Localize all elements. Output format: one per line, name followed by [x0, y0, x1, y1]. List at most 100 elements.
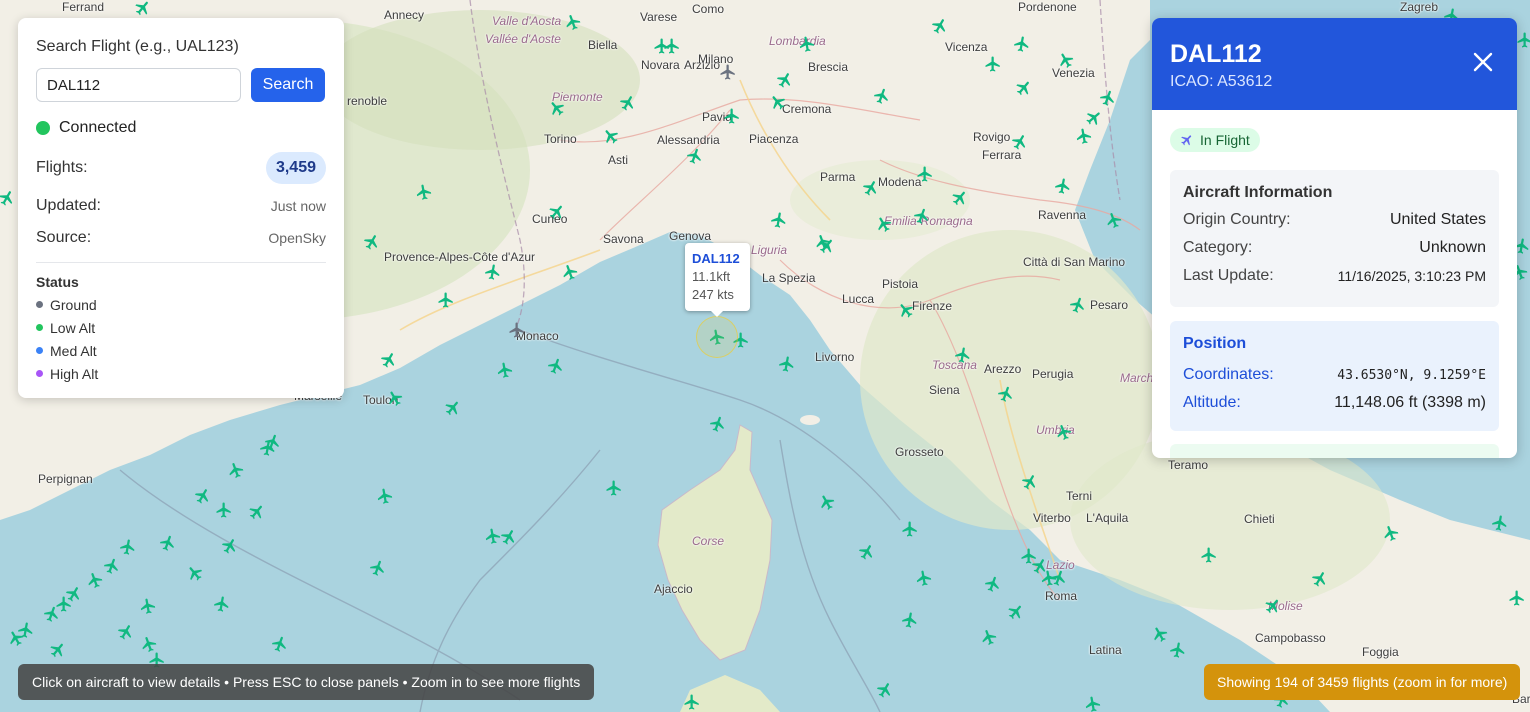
aircraft-icon[interactable]	[215, 501, 233, 519]
search-button[interactable]: Search	[251, 68, 325, 102]
position-card: Position Coordinates: 43.6530°N, 9.1259°…	[1170, 321, 1499, 431]
category-row: Category: Unknown	[1183, 234, 1486, 262]
aircraft-icon[interactable]	[984, 55, 1002, 73]
origin-country-row: Origin Country: United States	[1183, 206, 1486, 234]
place-label: Pesaro	[1090, 298, 1129, 312]
connection-label: Connected	[59, 119, 137, 136]
place-label: Chieti	[1244, 512, 1275, 526]
legend-dot	[36, 324, 43, 331]
close-icon[interactable]	[1471, 50, 1495, 74]
aircraft-icon[interactable]	[1053, 176, 1074, 197]
altitude-value: 11,148.06 ft (3398 m)	[1334, 394, 1486, 411]
aircraft-icon[interactable]	[138, 596, 159, 617]
flights-stat: Flights: 3,459	[36, 151, 326, 185]
place-label: Ferrand	[62, 0, 105, 14]
search-label: Search Flight (e.g., UAL123)	[36, 38, 239, 55]
flight-search-input[interactable]	[36, 68, 241, 102]
aircraft-icon[interactable]	[1012, 34, 1033, 55]
aircraft-icon[interactable]	[605, 479, 623, 497]
position-title: Position	[1183, 335, 1247, 352]
place-label: Foggia	[1362, 645, 1399, 659]
aircraft-icon[interactable]	[900, 610, 921, 631]
place-label: Arezzo	[984, 362, 1022, 376]
updated-label: Updated:	[36, 197, 101, 214]
aircraft-icon[interactable]	[118, 537, 139, 558]
airplane-icon	[1181, 135, 1192, 146]
place-label: Pordenone	[1018, 0, 1077, 14]
place-label: Brescia	[808, 60, 849, 74]
aircraft-info-title: Aircraft Information	[1183, 184, 1333, 201]
divider	[36, 262, 326, 263]
tooltip-speed: 247 kts	[692, 287, 734, 302]
aircraft-icon[interactable]	[683, 693, 701, 711]
aircraft-icon[interactable]	[916, 165, 934, 183]
place-label: Vallée d'Aoste	[485, 32, 561, 46]
legend-dot	[36, 347, 43, 354]
last-update-label: Last Update:	[1183, 267, 1274, 284]
connection-status: Connected	[36, 119, 326, 137]
aircraft-icon[interactable]	[719, 63, 737, 81]
aircraft-info-card: Aircraft Information Origin Country: Uni…	[1170, 170, 1499, 307]
aircraft-icon[interactable]	[1508, 589, 1526, 607]
aircraft-icon[interactable]	[508, 321, 526, 339]
legend-item-high-alt: High Alt	[36, 365, 326, 382]
aircraft-icon[interactable]	[375, 486, 396, 507]
place-label: Rovigo	[973, 130, 1011, 144]
aircraft-icon[interactable]	[653, 37, 671, 55]
search-row: Search	[36, 68, 326, 102]
altitude-row: Altitude: 11,148.06 ft (3398 m)	[1183, 389, 1486, 417]
flights-label: Flights:	[36, 159, 88, 176]
flight-detail-panel: DAL112 ICAO: A53612 In Flight Aircraft I…	[1152, 18, 1517, 458]
aircraft-icon[interactable]	[483, 262, 504, 283]
aircraft-icon[interactable]	[723, 107, 741, 125]
place-label: Città di San Marino	[1023, 255, 1126, 269]
legend-dot	[36, 370, 43, 377]
aircraft-icon[interactable]	[16, 620, 37, 641]
aircraft-icon[interactable]	[914, 568, 935, 589]
aircraft-icon[interactable]	[437, 291, 455, 309]
place-label: Siena	[929, 383, 960, 397]
legend-title: Status	[36, 274, 79, 290]
aircraft-icon[interactable]	[495, 360, 516, 381]
connection-dot	[36, 121, 50, 135]
flight-count-notice: Showing 194 of 3459 flights (zoom in for…	[1204, 664, 1521, 700]
legend-label: Med Alt	[50, 342, 97, 359]
place-label: Modena	[878, 175, 922, 189]
aircraft-icon[interactable]	[777, 354, 798, 375]
aircraft-icon[interactable]	[953, 345, 974, 366]
source-value: OpenSky	[268, 230, 326, 246]
coordinates-row: Coordinates: 43.6530°N, 9.1259°E	[1183, 361, 1486, 389]
coordinates-label: Coordinates:	[1183, 366, 1274, 383]
place-label: Viterbo	[1033, 511, 1071, 525]
aircraft-icon[interactable]	[1200, 546, 1218, 564]
place-label: Livorno	[815, 350, 855, 364]
aircraft-icon[interactable]	[901, 520, 919, 538]
place-label: Provence-Alpes-Côte d'Azur	[384, 250, 536, 264]
place-label: Vicenza	[945, 40, 988, 54]
aircraft-icon[interactable]	[769, 210, 790, 231]
altitude-label: Altitude:	[1183, 394, 1241, 411]
legend-label: Ground	[50, 296, 97, 313]
status-legend: Ground Low Alt Med Alt High Alt	[36, 296, 326, 382]
aircraft-icon[interactable]	[258, 438, 279, 459]
place-label: Piacenza	[749, 132, 799, 146]
aircraft-icon[interactable]	[1168, 640, 1189, 661]
source-label: Source:	[36, 229, 92, 246]
place-label: Asti	[608, 153, 629, 167]
origin-value: United States	[1389, 211, 1486, 228]
aircraft-icon[interactable]	[1490, 513, 1511, 534]
category-label: Category:	[1183, 239, 1253, 256]
aircraft-icon[interactable]	[1516, 31, 1530, 49]
aircraft-icon[interactable]	[1083, 694, 1104, 712]
aircraft-icon[interactable]	[797, 34, 818, 55]
place-label: Pistoia	[882, 277, 919, 291]
aircraft-icon[interactable]	[212, 594, 233, 615]
aircraft-icon[interactable]	[414, 182, 435, 203]
flights-count-badge: 3,459	[265, 152, 326, 184]
place-label: L'Aquila	[1086, 511, 1129, 525]
place-label: Biella	[588, 38, 618, 52]
category-value: Unknown	[1419, 239, 1486, 256]
place-label: Roma	[1045, 589, 1078, 603]
detail-body: In Flight Aircraft Information Origin Co…	[1152, 110, 1517, 458]
aircraft-icon[interactable]	[1074, 126, 1095, 147]
